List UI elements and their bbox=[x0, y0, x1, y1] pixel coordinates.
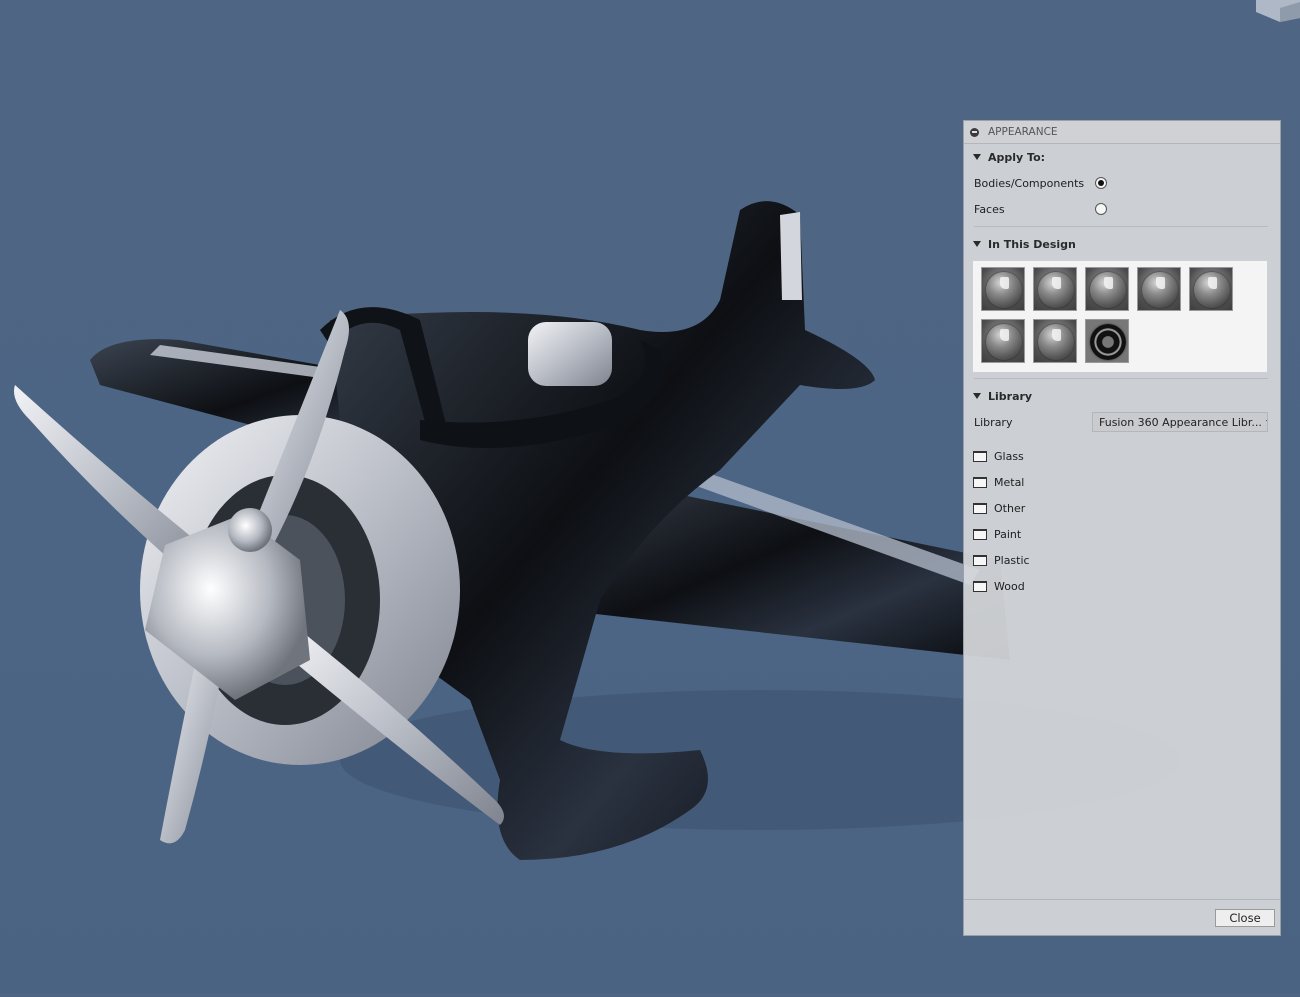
appearance-panel: APPEARANCE Apply To: Bodies/Components F… bbox=[963, 120, 1281, 936]
design-appearances-grid bbox=[973, 261, 1267, 372]
in-this-design-heading: In This Design bbox=[988, 237, 1076, 251]
chrome-swatch[interactable] bbox=[981, 267, 1025, 311]
triangle-down-icon bbox=[973, 154, 981, 160]
bodies-components-label: Bodies/Components bbox=[974, 176, 1085, 190]
folder-wood[interactable]: Wood bbox=[964, 573, 1280, 599]
bodies-components-radio[interactable] bbox=[1095, 177, 1107, 189]
triangle-down-icon bbox=[973, 393, 981, 399]
folder-icon bbox=[973, 476, 987, 488]
folder-icon bbox=[973, 554, 987, 566]
folder-icon bbox=[973, 502, 987, 514]
in-this-design-section-toggle[interactable]: In This Design bbox=[964, 231, 1280, 257]
folder-glass[interactable]: Glass bbox=[964, 443, 1280, 469]
collapse-icon[interactable] bbox=[970, 127, 979, 137]
panel-title: APPEARANCE bbox=[988, 126, 1058, 138]
faces-label: Faces bbox=[974, 202, 1005, 216]
folder-label: Metal bbox=[994, 475, 1025, 489]
divider bbox=[974, 378, 1268, 379]
headrest bbox=[528, 322, 612, 386]
folder-label: Paint bbox=[994, 527, 1022, 541]
chrome-swatch[interactable] bbox=[981, 319, 1025, 363]
folder-plastic[interactable]: Plastic bbox=[964, 547, 1280, 573]
apply-to-bodies-option[interactable]: Bodies/Components bbox=[964, 170, 1280, 196]
apply-to-faces-option[interactable]: Faces bbox=[964, 196, 1280, 222]
panel-footer: Close bbox=[964, 899, 1280, 935]
close-button[interactable]: Close bbox=[1215, 909, 1275, 927]
divider bbox=[974, 226, 1268, 227]
panel-header: APPEARANCE bbox=[964, 121, 1280, 144]
folder-metal[interactable]: Metal bbox=[964, 469, 1280, 495]
folder-paint[interactable]: Paint bbox=[964, 521, 1280, 547]
library-dropdown-value: Fusion 360 Appearance Libr... bbox=[1099, 415, 1262, 429]
chrome-swatch[interactable] bbox=[1137, 267, 1181, 311]
folder-label: Plastic bbox=[994, 553, 1030, 567]
viewcube-icon[interactable] bbox=[1236, 0, 1300, 22]
folder-other[interactable]: Other bbox=[964, 495, 1280, 521]
library-section-toggle[interactable]: Library bbox=[964, 383, 1280, 409]
library-dropdown[interactable]: Fusion 360 Appearance Libr... bbox=[1092, 412, 1268, 432]
folder-label: Other bbox=[994, 501, 1026, 515]
folder-icon bbox=[973, 580, 987, 592]
faces-radio[interactable] bbox=[1095, 203, 1107, 215]
chrome-swatch[interactable] bbox=[1033, 319, 1077, 363]
library-selector-row: Library Fusion 360 Appearance Libr... bbox=[964, 409, 1280, 435]
black-tire-swatch[interactable] bbox=[1085, 319, 1129, 363]
folder-icon bbox=[973, 528, 987, 540]
library-heading: Library bbox=[988, 389, 1033, 403]
library-folder-list: Glass Metal Other Paint Plastic Wood bbox=[964, 443, 1280, 599]
folder-label: Glass bbox=[994, 449, 1024, 463]
chrome-swatch[interactable] bbox=[1033, 267, 1077, 311]
folder-icon bbox=[973, 450, 987, 462]
library-label: Library bbox=[974, 415, 1013, 429]
apply-to-section-toggle[interactable]: Apply To: bbox=[964, 144, 1280, 170]
apply-to-heading: Apply To: bbox=[988, 150, 1046, 164]
chrome-swatch[interactable] bbox=[1189, 267, 1233, 311]
chrome-swatch[interactable] bbox=[1085, 267, 1129, 311]
triangle-down-icon bbox=[973, 241, 981, 247]
folder-label: Wood bbox=[994, 579, 1025, 593]
tail-fin-stripe bbox=[780, 212, 802, 300]
dropdown-caret-icon bbox=[1265, 420, 1267, 424]
